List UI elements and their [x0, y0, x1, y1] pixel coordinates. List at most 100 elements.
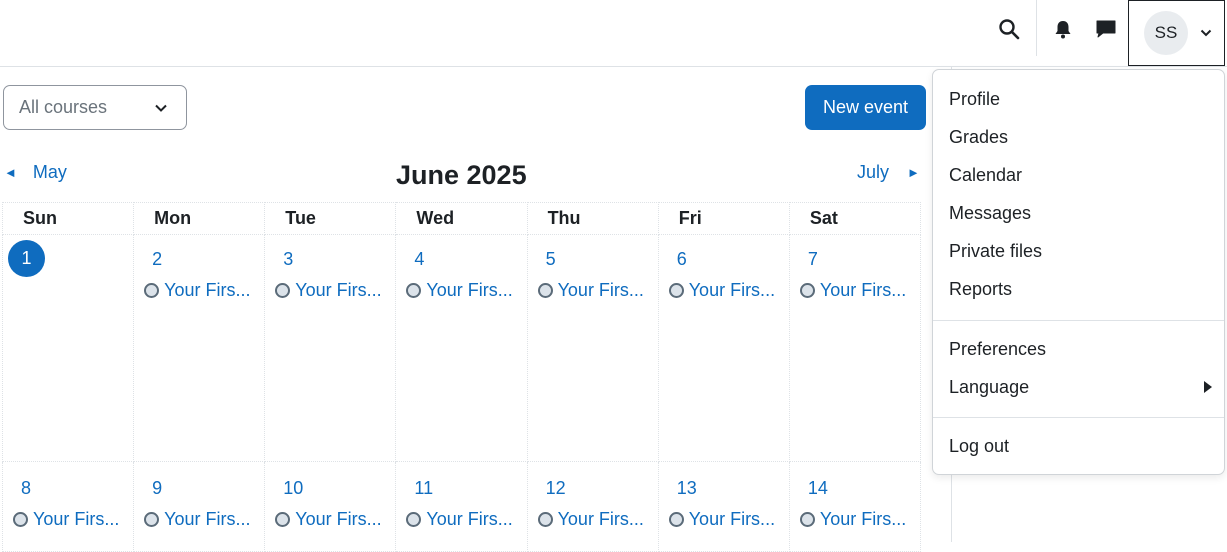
- day-number[interactable]: 9: [152, 476, 264, 500]
- day-cell[interactable]: 10 Your Firs...: [264, 461, 397, 552]
- menu-divider: [933, 417, 1224, 418]
- course-filter-value: All courses: [19, 97, 108, 117]
- weekday-header: Wed: [395, 202, 528, 235]
- prev-month-link[interactable]: ◄ May: [4, 162, 67, 183]
- event-title[interactable]: Your Firs...: [558, 280, 644, 301]
- event-title[interactable]: Your Firs...: [689, 509, 775, 530]
- event-title[interactable]: Your Firs...: [164, 280, 250, 301]
- arrow-left-icon: ◄: [4, 165, 17, 180]
- weekday-header-row: Sun Mon Tue Wed Thu Fri Sat: [1, 202, 922, 235]
- event-title[interactable]: Your Firs...: [164, 509, 250, 530]
- user-menu-toggle[interactable]: SS: [1128, 0, 1225, 66]
- calendar-event[interactable]: Your Firs...: [13, 509, 133, 530]
- day-cell[interactable]: 4 Your Firs...: [395, 234, 528, 462]
- day-number[interactable]: 14: [808, 476, 920, 500]
- calendar-event[interactable]: Your Firs...: [799, 280, 920, 301]
- message-icon[interactable]: [1091, 14, 1121, 44]
- calendar-grid: Sun Mon Tue Wed Thu Fri Sat 1 2 Your Fir…: [1, 202, 922, 552]
- event-title[interactable]: Your Firs...: [295, 509, 381, 530]
- menu-item-messages[interactable]: Messages: [949, 203, 1031, 224]
- next-month-label: July: [857, 162, 890, 182]
- calendar-event[interactable]: Your Firs...: [668, 509, 789, 530]
- calendar-event[interactable]: Your Firs...: [275, 280, 395, 301]
- event-title[interactable]: Your Firs...: [820, 280, 906, 301]
- day-cell[interactable]: 3 Your Firs...: [264, 234, 397, 462]
- menu-item-grades[interactable]: Grades: [949, 127, 1008, 148]
- day-cell[interactable]: 9 Your Firs...: [133, 461, 266, 552]
- event-icon: [275, 512, 291, 527]
- event-title[interactable]: Your Firs...: [426, 280, 512, 301]
- chevron-down-icon: [154, 99, 168, 120]
- avatar[interactable]: SS: [1144, 11, 1188, 55]
- day-cell[interactable]: 13 Your Firs...: [657, 461, 790, 552]
- day-number[interactable]: 6: [677, 247, 789, 271]
- event-title[interactable]: Your Firs...: [558, 509, 644, 530]
- calendar-event[interactable]: Your Firs...: [406, 509, 526, 530]
- event-icon: [799, 283, 815, 298]
- day-number[interactable]: 4: [414, 247, 526, 271]
- user-dropdown-menu: Profile Grades Calendar Messages Private…: [932, 69, 1225, 475]
- calendar-event[interactable]: Your Firs...: [668, 280, 789, 301]
- submenu-arrow-icon: [1204, 381, 1212, 393]
- day-number[interactable]: 12: [546, 476, 658, 500]
- day-number[interactable]: 5: [546, 247, 658, 271]
- course-filter-select[interactable]: All courses: [3, 85, 187, 130]
- event-title[interactable]: Your Firs...: [426, 509, 512, 530]
- menu-item-logout[interactable]: Log out: [949, 436, 1009, 457]
- day-number[interactable]: 10: [283, 476, 395, 500]
- top-navbar: SS: [0, 0, 1227, 67]
- event-title[interactable]: Your Firs...: [295, 280, 381, 301]
- event-icon: [275, 283, 291, 298]
- next-month-link[interactable]: July ►: [857, 162, 920, 183]
- day-number[interactable]: 3: [283, 247, 395, 271]
- day-cell[interactable]: 11 Your Firs...: [395, 461, 528, 552]
- calendar-event[interactable]: Your Firs...: [144, 280, 264, 301]
- day-cell[interactable]: 14 Your Firs...: [788, 461, 922, 552]
- weekday-header: Sun: [1, 202, 135, 235]
- event-title[interactable]: Your Firs...: [689, 280, 775, 301]
- calendar-event[interactable]: Your Firs...: [799, 509, 920, 530]
- menu-item-reports[interactable]: Reports: [949, 279, 1012, 300]
- day-number[interactable]: 8: [21, 476, 133, 500]
- day-cell[interactable]: 7 Your Firs...: [788, 234, 922, 462]
- day-cell[interactable]: 6 Your Firs...: [657, 234, 790, 462]
- event-icon: [537, 512, 553, 527]
- menu-item-language[interactable]: Language: [949, 377, 1029, 398]
- event-icon: [144, 283, 160, 298]
- event-title[interactable]: Your Firs...: [820, 509, 906, 530]
- calendar-event[interactable]: Your Firs...: [406, 280, 526, 301]
- weekday-header: Mon: [133, 202, 266, 235]
- menu-item-profile[interactable]: Profile: [949, 89, 1000, 110]
- day-number-today[interactable]: 1: [8, 240, 45, 277]
- arrow-right-icon: ►: [907, 165, 920, 180]
- day-number[interactable]: 13: [677, 476, 789, 500]
- day-cell[interactable]: 8 Your Firs...: [1, 461, 135, 552]
- search-icon[interactable]: [994, 14, 1024, 44]
- day-cell[interactable]: 5 Your Firs...: [526, 234, 659, 462]
- new-event-button[interactable]: New event: [805, 85, 926, 130]
- calendar-event[interactable]: Your Firs...: [275, 509, 395, 530]
- weekday-header: Sat: [788, 202, 922, 235]
- day-number[interactable]: 7: [808, 247, 920, 271]
- weekday-header: Tue: [264, 202, 397, 235]
- calendar-event[interactable]: Your Firs...: [537, 509, 658, 530]
- navbar-divider: [1036, 0, 1037, 56]
- day-cell[interactable]: 1: [1, 234, 135, 462]
- day-cell[interactable]: 12 Your Firs...: [526, 461, 659, 552]
- event-icon: [799, 512, 815, 527]
- menu-item-private-files[interactable]: Private files: [949, 241, 1042, 262]
- day-cell[interactable]: 2 Your Firs...: [133, 234, 266, 462]
- event-icon: [406, 283, 422, 298]
- event-title[interactable]: Your Firs...: [33, 509, 119, 530]
- day-number[interactable]: 11: [414, 476, 526, 500]
- calendar-event[interactable]: Your Firs...: [537, 280, 658, 301]
- calendar-event[interactable]: Your Firs...: [144, 509, 264, 530]
- chevron-down-icon: [1200, 24, 1212, 42]
- bell-icon[interactable]: [1048, 14, 1078, 44]
- menu-item-calendar[interactable]: Calendar: [949, 165, 1022, 186]
- day-number[interactable]: 2: [152, 247, 264, 271]
- event-icon: [144, 512, 160, 527]
- prev-month-label: May: [32, 162, 67, 182]
- event-icon: [668, 283, 684, 298]
- menu-item-preferences[interactable]: Preferences: [949, 339, 1046, 360]
